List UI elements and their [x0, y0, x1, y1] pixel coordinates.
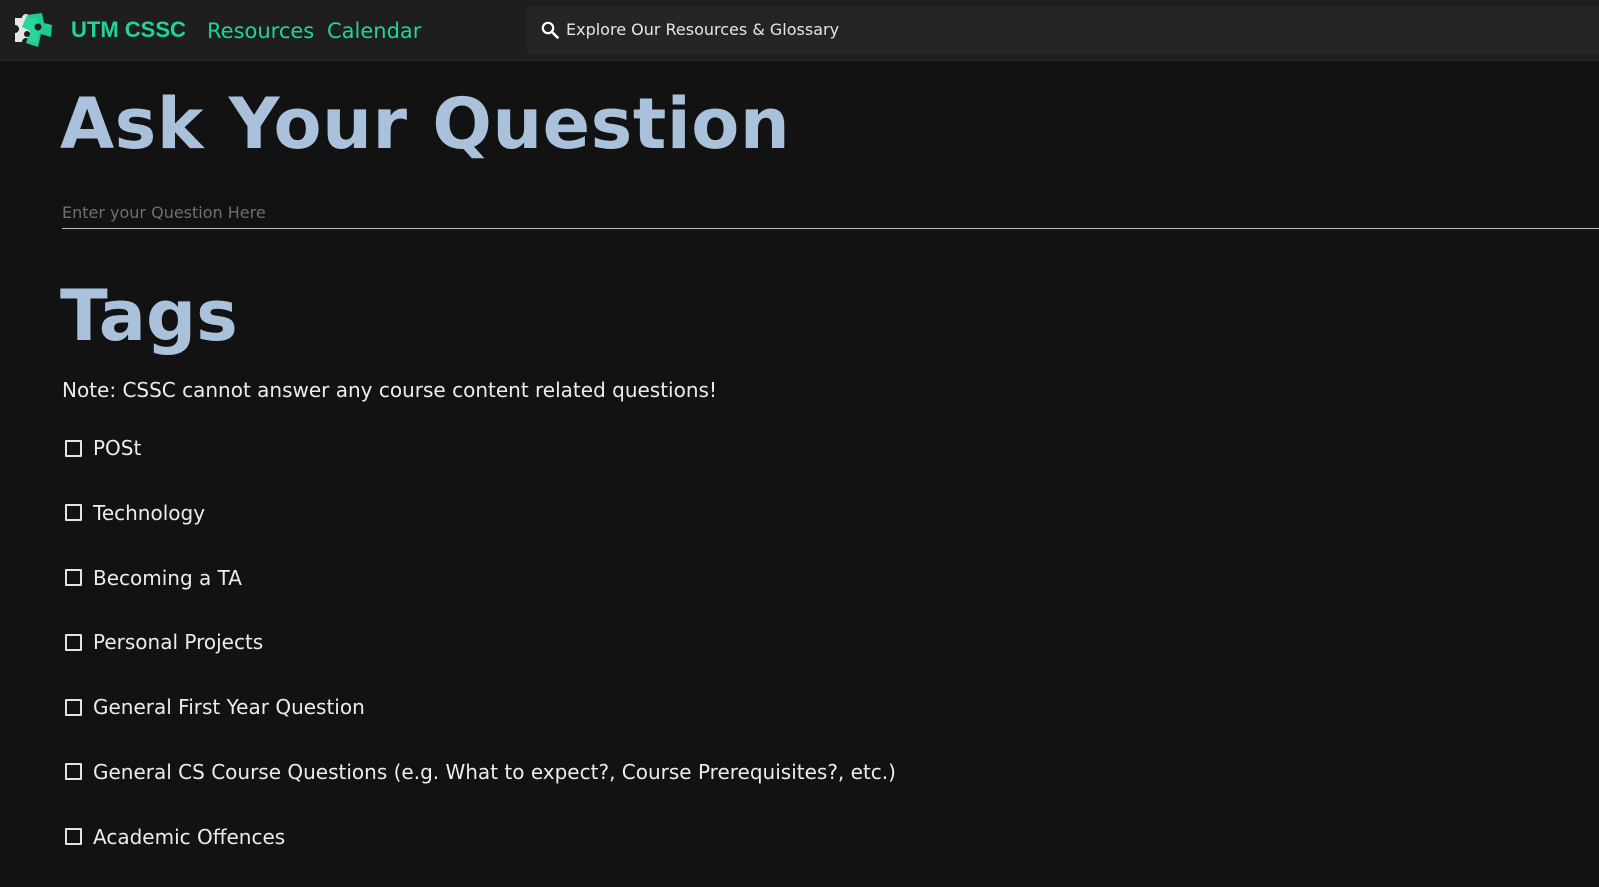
search-icon	[541, 21, 559, 39]
tags-heading: Tags	[60, 275, 238, 357]
checkbox-unchecked-icon[interactable]	[65, 828, 82, 846]
checkbox-unchecked-icon[interactable]	[65, 763, 82, 781]
tag-item-post[interactable]: POSt	[62, 433, 896, 463]
tag-label: Technology	[93, 500, 206, 525]
tag-item-personal-projects[interactable]: Personal Projects	[62, 627, 896, 657]
checkbox-unchecked-icon[interactable]	[65, 698, 82, 716]
checkbox-unchecked-icon[interactable]	[65, 569, 82, 587]
brand-name[interactable]: UTM CSSC	[71, 16, 186, 44]
tag-label: General CS Course Questions (e.g. What t…	[93, 759, 896, 784]
course-content-note: Note: CSSC cannot answer any course cont…	[62, 378, 717, 402]
puzzle-logo-icon[interactable]	[7, 10, 55, 50]
search-bar[interactable]: Explore Our Resources & Glossary	[527, 6, 1599, 55]
page-title: Ask Your Question	[60, 83, 791, 165]
top-navigation-bar: UTM CSSC Resources Calendar Explore Our …	[0, 0, 1599, 61]
tag-item-becoming-a-ta[interactable]: Becoming a TA	[62, 563, 896, 593]
tag-item-technology[interactable]: Technology	[62, 498, 896, 528]
checkbox-unchecked-icon[interactable]	[65, 504, 82, 522]
question-input[interactable]	[62, 197, 1599, 227]
tag-list: POSt Technology Becoming a TA Personal P…	[62, 433, 896, 887]
checkbox-unchecked-icon[interactable]	[65, 633, 82, 651]
nav-link-resources[interactable]: Resources	[207, 17, 314, 45]
checkbox-unchecked-icon[interactable]	[65, 439, 82, 457]
nav-link-calendar[interactable]: Calendar	[327, 17, 421, 45]
tag-label: Personal Projects	[93, 630, 264, 655]
tag-label: Becoming a TA	[93, 565, 242, 590]
tag-label: Academic Offences	[93, 824, 286, 849]
tag-item-general-first-year[interactable]: General First Year Question	[62, 692, 896, 722]
question-field[interactable]	[62, 197, 1599, 229]
search-placeholder: Explore Our Resources & Glossary	[566, 20, 840, 39]
tag-item-general-cs-course[interactable]: General CS Course Questions (e.g. What t…	[62, 757, 896, 787]
tag-label: General First Year Question	[93, 695, 365, 720]
tag-item-academic-offences[interactable]: Academic Offences	[62, 822, 896, 852]
tag-label: POSt	[93, 436, 142, 460]
